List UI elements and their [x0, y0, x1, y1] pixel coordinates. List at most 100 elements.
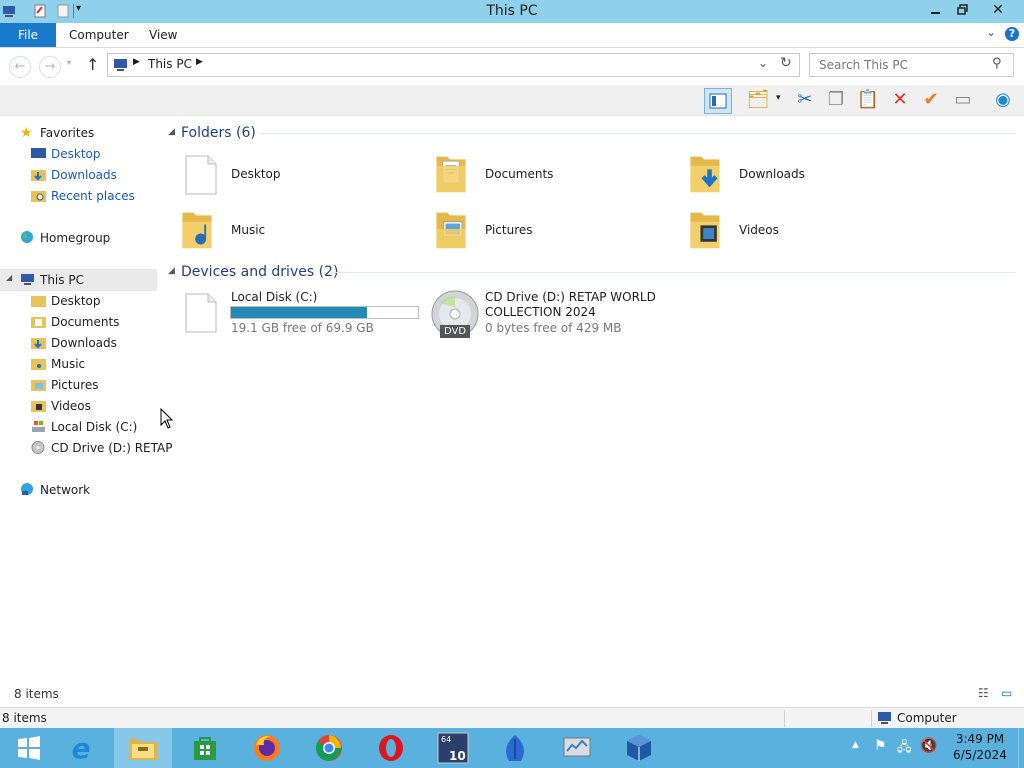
- computer-icon: [114, 59, 127, 71]
- expand-ribbon-icon[interactable]: ⌄: [986, 25, 996, 39]
- show-desktop-button[interactable]: [1018, 728, 1024, 768]
- globe-icon[interactable]: ◉: [990, 88, 1016, 112]
- clock[interactable]: 3:49 PM 6/5/2024: [946, 731, 1014, 763]
- folder-tile-videos[interactable]: Videos: [688, 207, 928, 255]
- search-icon[interactable]: ⚲: [992, 56, 1002, 71]
- clock-time: 3:49 PM: [955, 732, 1005, 746]
- breadcrumb-chevron-icon[interactable]: ▶: [196, 57, 203, 67]
- collapse-drives-icon[interactable]: ◢: [168, 266, 175, 276]
- breadcrumb-chevron-icon[interactable]: ▶: [133, 57, 140, 67]
- volume-muted-icon[interactable]: 🔇: [920, 738, 937, 754]
- dvd-badge: DVD: [440, 325, 470, 338]
- properties-icon[interactable]: ▭: [950, 88, 976, 112]
- folder-options-dropdown-icon[interactable]: ▾: [776, 93, 781, 103]
- forward-arrow-icon: →: [44, 59, 56, 74]
- tab-file[interactable]: File: [0, 23, 56, 47]
- minimize-button[interactable]: [922, 0, 948, 20]
- internet-explorer-icon: e: [71, 731, 91, 765]
- content-area: ◢ Folders (6) Desktop Documents Download…: [14, 115, 1024, 705]
- paste-icon[interactable]: 📋: [855, 88, 881, 112]
- folder-tile-documents[interactable]: Documents: [434, 151, 674, 199]
- restore-button[interactable]: [949, 0, 975, 20]
- documents-folder-icon: [436, 156, 466, 193]
- details-view-icon[interactable]: ☷: [978, 686, 989, 700]
- taskbar-win10-tool[interactable]: 64 10: [424, 728, 482, 768]
- cd-free-space: 0 bytes free of 429 MB: [485, 321, 622, 335]
- taskbar-virtualbox[interactable]: [610, 728, 668, 768]
- status-bar: 8 items Computer: [0, 707, 1024, 729]
- folder-options-icon[interactable]: 🗂: [745, 88, 771, 112]
- cd-icon: [31, 441, 45, 454]
- up-button[interactable]: ↑: [86, 55, 99, 74]
- tab-computer[interactable]: Computer: [69, 23, 129, 47]
- back-button[interactable]: ←: [9, 56, 31, 78]
- drives-divider: [332, 272, 1016, 273]
- taskbar-opera[interactable]: [362, 728, 420, 768]
- collapse-folders-icon[interactable]: ◢: [168, 127, 175, 137]
- action-center-flag-icon[interactable]: ⚑: [874, 738, 887, 754]
- drives-header[interactable]: Devices and drives (2): [181, 264, 338, 280]
- opera-icon: [379, 735, 403, 761]
- folders-divider: [260, 133, 1016, 134]
- win10-badge-icon: 64 10: [437, 732, 469, 764]
- chrome-icon: [315, 735, 342, 761]
- rename-check-icon[interactable]: ✔: [918, 88, 944, 112]
- windows-logo-icon: [18, 736, 40, 760]
- recent-places-icon: [31, 191, 46, 202]
- show-hidden-icons-icon[interactable]: ▲: [852, 740, 859, 750]
- items-count: 8 items: [14, 687, 59, 701]
- ribbon-tabs: File Computer View ⌄ ?: [0, 23, 1024, 48]
- network-tray-icon[interactable]: 🖧: [897, 738, 912, 760]
- clock-date: 6/5/2024: [953, 748, 1007, 762]
- star-icon: ★: [20, 125, 33, 141]
- blank-document-icon: [185, 155, 217, 195]
- toolbar: 🗂 ▾ ✂ ❐ 📋 ✕ ✔ ▭ ◉: [0, 85, 1024, 116]
- taskbar-file-explorer[interactable]: [114, 728, 172, 768]
- drive-tile-local-disk[interactable]: Local Disk (C:) 19.1 GB free of 69.9 GB: [180, 287, 420, 341]
- new-folder-icon[interactable]: [55, 3, 71, 19]
- svg-text:10: 10: [449, 749, 466, 763]
- folders-header[interactable]: Folders (6): [181, 125, 256, 141]
- taskbar-firefox[interactable]: [238, 728, 296, 768]
- taskbar-network-monitor[interactable]: [548, 728, 606, 768]
- taskbar-internet-explorer[interactable]: e: [52, 728, 110, 768]
- folder-tile-music[interactable]: Music: [180, 207, 420, 255]
- copy-icon[interactable]: ❐: [823, 88, 849, 112]
- address-dropdown-icon[interactable]: ⌄: [758, 56, 768, 70]
- status-divider: [871, 710, 872, 727]
- back-arrow-icon: ←: [14, 59, 26, 74]
- forward-button[interactable]: →: [39, 56, 61, 78]
- close-button[interactable]: ✕: [976, 0, 1020, 20]
- recent-locations-icon[interactable]: ▾: [67, 58, 71, 67]
- pictures-folder-icon: [31, 380, 46, 391]
- taskbar-feather-app[interactable]: [486, 728, 544, 768]
- help-icon[interactable]: ?: [1005, 27, 1019, 41]
- preview-pane-button[interactable]: [704, 88, 732, 114]
- refresh-icon[interactable]: ↻: [780, 55, 792, 71]
- properties-icon[interactable]: [32, 3, 48, 19]
- taskbar-chrome[interactable]: [300, 728, 358, 768]
- collapse-arrow-icon[interactable]: ◢: [6, 273, 12, 282]
- folder-tile-pictures[interactable]: Pictures: [434, 207, 674, 255]
- folder-tile-desktop[interactable]: Desktop: [180, 151, 420, 199]
- qa-dropdown-icon[interactable]: ▾: [76, 3, 81, 14]
- delete-icon[interactable]: ✕: [887, 88, 913, 112]
- restore-icon: [957, 4, 968, 15]
- drive-free-space: 19.1 GB free of 69.9 GB: [231, 321, 374, 335]
- cut-icon[interactable]: ✂: [792, 88, 818, 112]
- file-explorer-icon: [129, 739, 157, 760]
- store-icon: [194, 737, 216, 760]
- breadcrumb-this-pc[interactable]: This PC: [148, 57, 192, 71]
- start-button[interactable]: [0, 728, 58, 768]
- drive-icon: [185, 293, 217, 333]
- folder-tile-downloads[interactable]: Downloads: [688, 151, 928, 199]
- downloads-folder-icon: [690, 156, 720, 193]
- drive-usage-bar: [230, 306, 419, 319]
- drive-tile-cd[interactable]: DVD CD Drive (D:) RETAP WORLD COLLECTION…: [430, 287, 690, 341]
- address-bar[interactable]: ▶ This PC ▶ ⌄ ↻: [107, 53, 800, 77]
- search-box[interactable]: Search This PC ⚲: [809, 53, 1014, 77]
- large-icons-view-icon[interactable]: ▭: [1001, 686, 1012, 700]
- status-divider: [784, 710, 785, 727]
- tab-view[interactable]: View: [149, 23, 177, 47]
- taskbar-store[interactable]: [176, 728, 234, 768]
